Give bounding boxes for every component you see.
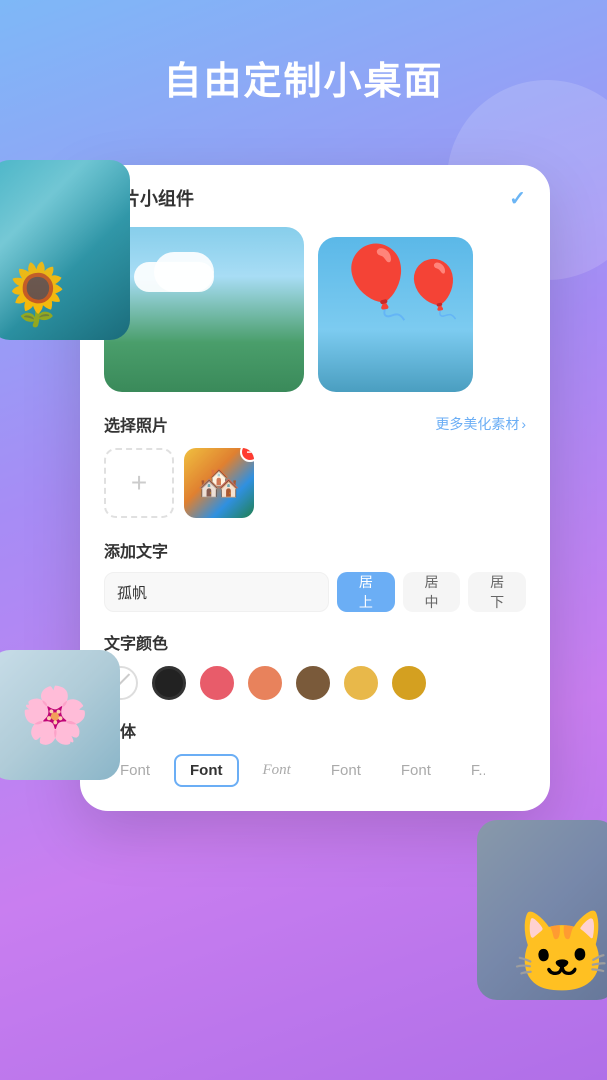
font-option-3[interactable]: Font (247, 754, 307, 787)
widget-large-preview[interactable] (104, 227, 304, 392)
position-top-button[interactable]: 居上 (337, 572, 395, 612)
position-center-button[interactable]: 居中 (403, 572, 461, 612)
font-option-5[interactable]: Font (385, 754, 447, 787)
sunflower-bg (0, 160, 130, 340)
color-label: 文字颜色 (104, 630, 526, 654)
corner-cat-image (477, 820, 607, 1000)
balloon-image (318, 237, 473, 392)
text-input[interactable] (104, 572, 329, 612)
main-card: 图片小组件 ✓ 选择照片 更多美化素材 › + − 添加文字 居上 居中 (80, 165, 550, 811)
color-red-swatch[interactable] (200, 666, 234, 700)
color-swatches (104, 666, 526, 700)
position-bottom-button[interactable]: 居下 (468, 572, 526, 612)
widget-preview (104, 227, 526, 392)
color-black-swatch[interactable] (152, 666, 186, 700)
flower-bg (0, 650, 120, 780)
font-label: 字体 (104, 718, 526, 742)
more-materials-text: 更多美化素材 (435, 414, 519, 434)
title-section: 自由定制小桌面 (0, 0, 607, 125)
plus-icon: + (131, 467, 147, 499)
sky-image (104, 227, 304, 392)
corner-sunflower-image (0, 160, 130, 340)
check-icon: ✓ (509, 186, 526, 211)
cat-bg (477, 820, 607, 1000)
photo-selector: + − (104, 448, 526, 518)
chevron-right-icon: › (521, 416, 526, 432)
font-option-6[interactable]: F... (455, 754, 487, 787)
color-orange-swatch[interactable] (248, 666, 282, 700)
more-materials-link[interactable]: 更多美化素材 › (435, 414, 526, 434)
color-brown-swatch[interactable] (296, 666, 330, 700)
font-option-4[interactable]: Font (315, 754, 377, 787)
font-option-2[interactable]: Font (174, 754, 238, 787)
add-photo-button[interactable]: + (104, 448, 174, 518)
card-header: 图片小组件 ✓ (104, 185, 526, 211)
photo-thumbnail[interactable]: − (184, 448, 254, 518)
select-photos-header: 选择照片 更多美化素材 › (104, 412, 526, 436)
text-controls: 居上 居中 居下 (104, 572, 526, 612)
widget-small-preview[interactable] (318, 237, 473, 392)
page-title: 自由定制小桌面 (0, 50, 607, 105)
select-photos-label: 选择照片 (104, 412, 168, 436)
corner-flowers-image (0, 650, 120, 780)
color-yellow-swatch[interactable] (344, 666, 378, 700)
color-gold-swatch[interactable] (392, 666, 426, 700)
add-text-label: 添加文字 (104, 538, 526, 562)
font-options: Font Font Font Font Font F... (104, 754, 526, 787)
